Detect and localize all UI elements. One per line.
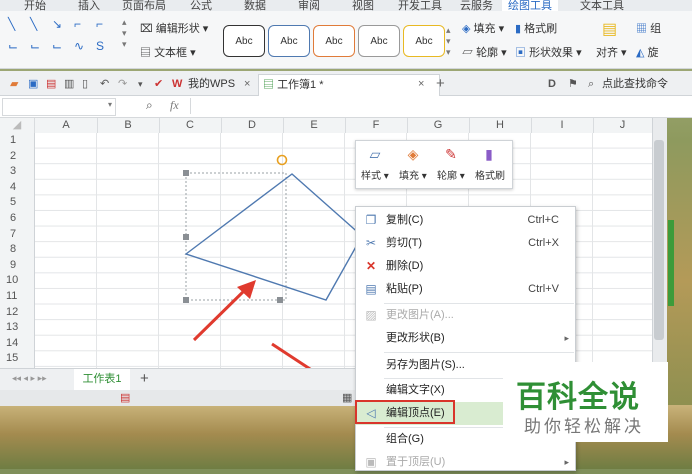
sheet-nav-icon[interactable]: ◂◂ ◂ ▸ ▸▸ xyxy=(12,373,47,384)
copy-icon: ❐ xyxy=(365,213,377,227)
style-icon: ▱ xyxy=(369,146,381,162)
freeform-shape[interactable] xyxy=(184,173,363,301)
resize-handle[interactable] xyxy=(183,297,189,303)
submenu-arrow-icon: ▸ xyxy=(564,457,569,467)
rotate-handle-icon[interactable] xyxy=(276,154,288,166)
side-panel-tab[interactable] xyxy=(668,220,674,306)
picture-icon: ▨ xyxy=(365,308,377,322)
menu-item-cut[interactable]: ✂ 剪切(T) Ctrl+X xyxy=(356,232,575,255)
resize-handle[interactable] xyxy=(183,170,189,176)
highlight-box xyxy=(355,400,455,424)
status-icon[interactable]: ▤ xyxy=(120,391,130,404)
mini-format-brush-button[interactable]: 格式刷 xyxy=(475,167,505,182)
menu-item-copy[interactable]: ❐ 复制(C) Ctrl+C xyxy=(356,209,575,232)
menu-item-delete[interactable]: ✕ 删除(D) xyxy=(356,255,575,278)
scissors-icon: ✂ xyxy=(365,236,377,250)
fill-bucket-icon: ◈ xyxy=(407,146,419,162)
menu-item-change-shape[interactable]: 更改形状(B) ▸ xyxy=(356,327,575,350)
menu-item-change-picture: ▨ 更改图片(A)... xyxy=(356,304,575,327)
scrollbar-thumb[interactable] xyxy=(654,140,664,340)
view-mode-icon[interactable]: ▦ xyxy=(342,391,352,404)
menu-item-paste[interactable]: ▤ 粘贴(P) Ctrl+V xyxy=(356,278,575,301)
paste-icon: ▤ xyxy=(365,282,377,296)
annotation-arrow xyxy=(192,285,250,342)
menu-item-bring-to-front: ▣ 置于顶层(U) ▸ xyxy=(356,451,575,474)
watermark-title: 百科全说 xyxy=(516,380,640,415)
mini-toolbar: ▱ ◈ ✎ ▮ 样式 ▾ 填充 ▾ 轮廓 ▾ 格式刷 xyxy=(355,140,513,189)
selection-frame xyxy=(185,172,287,301)
sheet-tab[interactable]: 工作表1 xyxy=(74,369,130,390)
watermark-subtitle: 助你轻松解决 xyxy=(524,417,644,437)
mini-outline-button[interactable]: 轮廓 ▾ xyxy=(437,167,465,182)
outline-pen-icon: ✎ xyxy=(445,146,457,162)
resize-handle[interactable] xyxy=(183,234,189,240)
resize-handle[interactable] xyxy=(277,297,283,303)
add-sheet-icon[interactable]: + xyxy=(140,370,149,387)
format-brush-icon: ▮ xyxy=(485,146,493,162)
mini-fill-button[interactable]: 填充 ▾ xyxy=(399,167,427,182)
delete-icon: ✕ xyxy=(365,259,377,273)
bring-front-icon: ▣ xyxy=(365,455,377,469)
submenu-arrow-icon: ▸ xyxy=(564,333,569,343)
mini-style-button[interactable]: 样式 ▾ xyxy=(361,167,389,182)
menu-separator xyxy=(384,352,574,353)
